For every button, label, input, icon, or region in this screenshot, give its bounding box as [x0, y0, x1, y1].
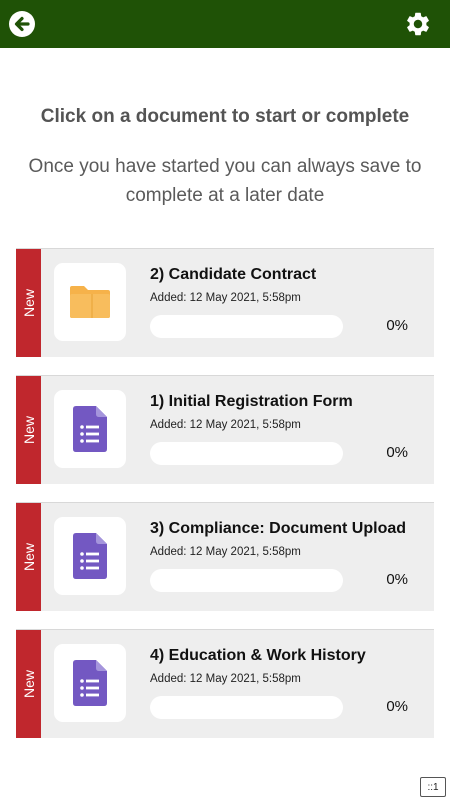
new-badge: New [16, 249, 41, 357]
progress-bar [150, 569, 343, 592]
document-title: 3) Compliance: Document Upload [150, 520, 407, 537]
page-subtitle: Once you have started you can always sav… [28, 156, 422, 206]
document-thumbnail [54, 263, 126, 341]
form-document-icon [73, 660, 107, 706]
document-card[interactable]: New 1) Initial Registration Form Added: … [16, 375, 434, 484]
progress-percent: 0% [386, 698, 408, 715]
top-app-bar [0, 0, 450, 48]
progress-percent: 0% [386, 317, 408, 334]
document-title: 2) Candidate Contract [150, 266, 317, 283]
progress-bar [150, 442, 343, 465]
document-date: Added: 12 May 2021, 5:58pm [150, 292, 301, 304]
document-card[interactable]: New 3) Compliance: Document Upload Added… [16, 502, 434, 611]
document-card[interactable]: New 2) Candidate Contract Added: 12 May … [16, 248, 434, 357]
new-badge: New [16, 630, 41, 738]
document-thumbnail [54, 390, 126, 468]
form-document-icon [73, 533, 107, 579]
document-date: Added: 12 May 2021, 5:58pm [150, 546, 301, 558]
document-date: Added: 12 May 2021, 5:58pm [150, 673, 301, 685]
page-title: Click on a document to start or complete [40, 106, 410, 127]
document-date: Added: 12 May 2021, 5:58pm [150, 419, 301, 431]
back-arrow-circle-icon [9, 11, 35, 37]
document-title: 1) Initial Registration Form [150, 393, 353, 410]
back-button[interactable] [4, 6, 40, 42]
settings-button[interactable] [400, 6, 436, 42]
new-badge: New [16, 503, 41, 611]
progress-bar [150, 315, 343, 338]
document-thumbnail [54, 644, 126, 722]
progress-bar [150, 696, 343, 719]
gear-icon [407, 12, 429, 36]
folder-icon [70, 286, 110, 318]
progress-percent: 0% [386, 444, 408, 461]
progress-percent: 0% [386, 571, 408, 588]
document-card[interactable]: New 4) Education & Work History Added: 1… [16, 629, 434, 738]
document-title: 4) Education & Work History [150, 647, 366, 664]
new-badge: New [16, 376, 41, 484]
corner-indicator: ::1 [420, 777, 446, 797]
form-document-icon [73, 406, 107, 452]
document-thumbnail [54, 517, 126, 595]
